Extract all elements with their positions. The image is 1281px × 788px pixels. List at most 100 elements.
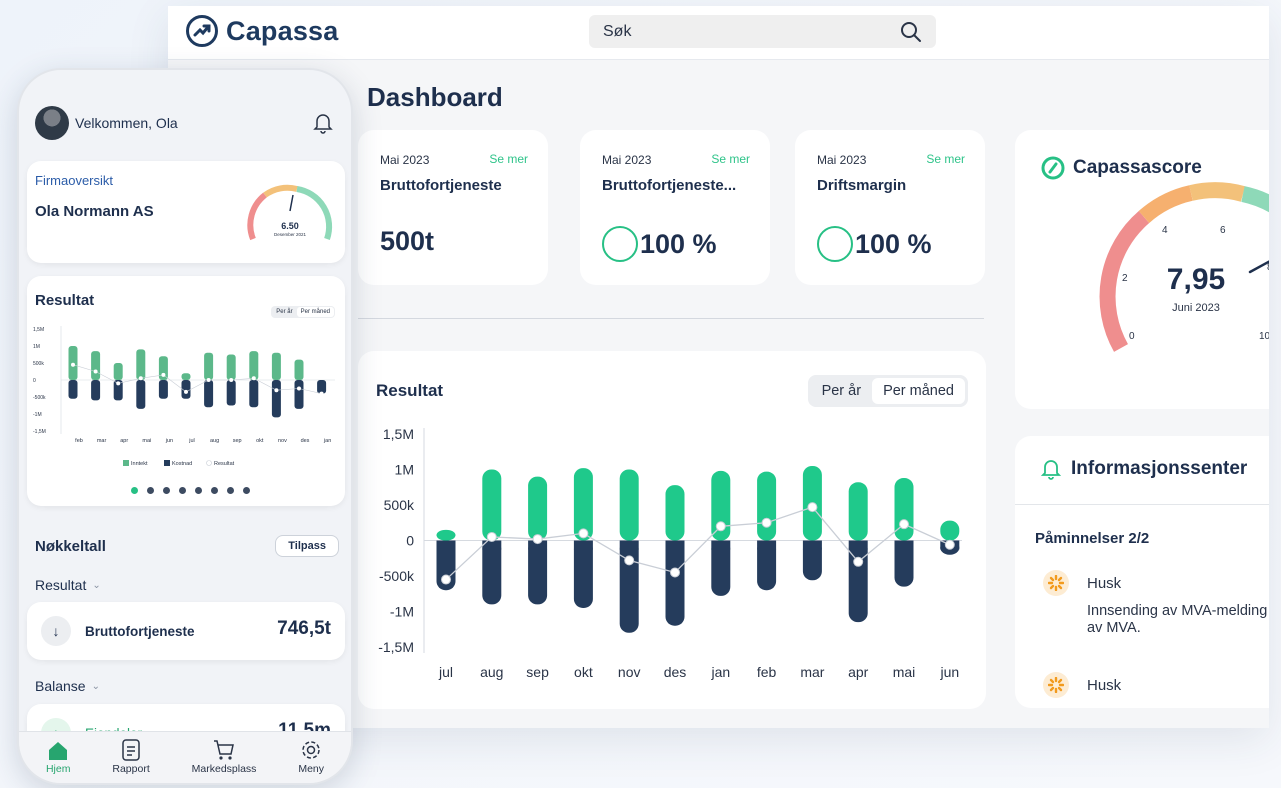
y-tick-label: 1,5M [33, 327, 44, 333]
x-tick-label: jun [939, 664, 959, 680]
kpi-name: Bruttofortjeneste [380, 177, 502, 194]
carousel-dot[interactable] [227, 487, 234, 494]
reminders-heading: Påminnelser 2/2 [1035, 530, 1150, 547]
search-icon[interactable] [900, 21, 922, 43]
cost-bar [91, 380, 101, 401]
bell-icon [1041, 460, 1061, 480]
result-title: Resultat [376, 381, 444, 400]
reminder-item[interactable]: Husk [1043, 672, 1121, 698]
income-bar [665, 485, 685, 541]
company-overview-card[interactable]: Firmaoversikt Ola Normann AS 6.50 Desemb… [27, 161, 345, 263]
kpi-value: 100 % [602, 226, 717, 262]
chevron-down-icon: ⌄ [92, 579, 101, 591]
phone-result-card: 1,5M 1M 500k 0 -500k -1M -1,5M feb mar apr mai jun j… [27, 276, 345, 506]
toggle-per-month[interactable]: Per måned [872, 378, 965, 404]
sun-icon [1043, 672, 1069, 698]
legend-swatch-result [206, 460, 212, 466]
carousel-dot[interactable] [131, 487, 138, 494]
result-point [206, 378, 211, 382]
customize-button[interactable]: Tilpass [275, 535, 339, 557]
y-tick-label: 500k [384, 497, 415, 513]
tab-marketplace[interactable]: Markedsplass [192, 732, 256, 783]
income-bar [136, 349, 146, 380]
carousel-dot[interactable] [211, 487, 218, 494]
y-tick-label: 1M [33, 344, 40, 350]
tab-menu[interactable]: Meny [298, 732, 324, 783]
arrow-down-icon: ↓ [41, 616, 71, 646]
carousel-dot[interactable] [195, 487, 202, 494]
kpi-value: 500t [380, 226, 434, 257]
cost-bar [204, 380, 214, 408]
income-bar [181, 373, 191, 380]
x-tick-label: apr [848, 664, 869, 680]
row-label-group: ↓ Bruttofortjeneste [41, 616, 195, 646]
score-gauge: 0 2 4 6 8 10 7,95 Juni 2023 [1099, 182, 1269, 352]
result-point [761, 517, 772, 528]
x-tick-label: sep [233, 438, 242, 444]
carousel-dot[interactable] [163, 487, 170, 494]
result-point [71, 362, 75, 367]
x-tick-label: okt [574, 664, 593, 680]
gross-profit-row[interactable]: ↓ Bruttofortjeneste 746,5t [27, 602, 345, 660]
x-tick-label: feb [757, 664, 777, 680]
result-point [578, 528, 589, 539]
carousel-dot[interactable] [243, 487, 250, 494]
y-tick-label: 1M [395, 462, 414, 478]
search-input[interactable]: Søk [589, 15, 936, 48]
result-point [319, 391, 324, 396]
cost-bar-top [757, 540, 777, 550]
gauge-tick: 10 [1259, 331, 1269, 342]
carousel-dot[interactable] [179, 487, 186, 494]
company-name: Ola Normann AS [35, 203, 154, 220]
x-tick-label: jun [165, 438, 173, 444]
phone-toggle-month[interactable]: Per måned [296, 307, 334, 317]
section-balance-dropdown[interactable]: Balanse ⌄ [35, 678, 100, 694]
cost-bar [249, 380, 259, 408]
x-tick-label: feb [75, 438, 83, 444]
cost-bar-top [802, 540, 822, 550]
logo-text: Capassa [226, 15, 339, 46]
kpi-card-gross-profit[interactable]: Mai 2023 Se mer Bruttofortjeneste 500t [358, 130, 548, 285]
x-tick-label: mar [800, 664, 824, 680]
cost-bar-top [848, 540, 868, 550]
see-more-link[interactable]: Se mer [926, 152, 965, 166]
capassa-score-card[interactable]: Capassascore 0 2 4 6 8 10 7,95 Juni 2023 [1015, 130, 1269, 409]
result-chart-card: 1,5M 1M 500k 0 -500k -1M -1,5M jul aug sep okt nov d… [358, 351, 986, 709]
section-result-dropdown[interactable]: Resultat ⌄ [35, 577, 101, 593]
cost-bar-top [573, 540, 593, 550]
toggle-per-year[interactable]: Per år [811, 378, 873, 404]
cost-bar [573, 540, 593, 608]
kpi-month: Mai 2023 [380, 153, 430, 167]
tab-home[interactable]: Hjem [46, 732, 70, 783]
reminder-title: Husk [1087, 676, 1122, 694]
reminder-item[interactable]: Husk [1043, 570, 1121, 596]
carousel-dot[interactable] [147, 487, 154, 494]
result-point [532, 534, 543, 545]
result-point [138, 376, 143, 381]
avatar[interactable] [35, 106, 69, 140]
phone-result-title: Resultat [35, 292, 95, 309]
cost-bar-top [711, 540, 731, 550]
logo[interactable]: Capassa [186, 15, 338, 47]
kpi-card-operating-margin[interactable]: Mai 2023 Se mer Driftsmargin 100 % [795, 130, 985, 285]
y-tick-label: -1M [33, 412, 42, 418]
cost-bar [136, 380, 146, 409]
income-bar [436, 529, 456, 541]
see-more-link[interactable]: Se mer [489, 152, 528, 166]
bell-icon[interactable] [313, 112, 333, 134]
gauge-tick: 8 [1267, 262, 1269, 273]
tab-report[interactable]: Rapport [112, 732, 150, 783]
cost-bar [665, 540, 685, 626]
cost-bar [226, 380, 236, 406]
carousel-dots [131, 487, 250, 494]
x-tick-label: jul [438, 664, 453, 680]
kpi-value-text: 100 % [855, 228, 932, 259]
kpi-card-gross-margin[interactable]: Mai 2023 Se mer Bruttofortjeneste... 100… [580, 130, 770, 285]
see-more-link[interactable]: Se mer [711, 152, 750, 166]
x-tick-label: des [664, 664, 687, 680]
phone-toggle-year[interactable]: Per år [272, 307, 296, 317]
legend-label: Inntekt [131, 461, 148, 467]
reminder-title: Husk [1087, 574, 1122, 592]
income-bar [204, 352, 214, 380]
y-tick-label: -1,5M [33, 429, 46, 435]
